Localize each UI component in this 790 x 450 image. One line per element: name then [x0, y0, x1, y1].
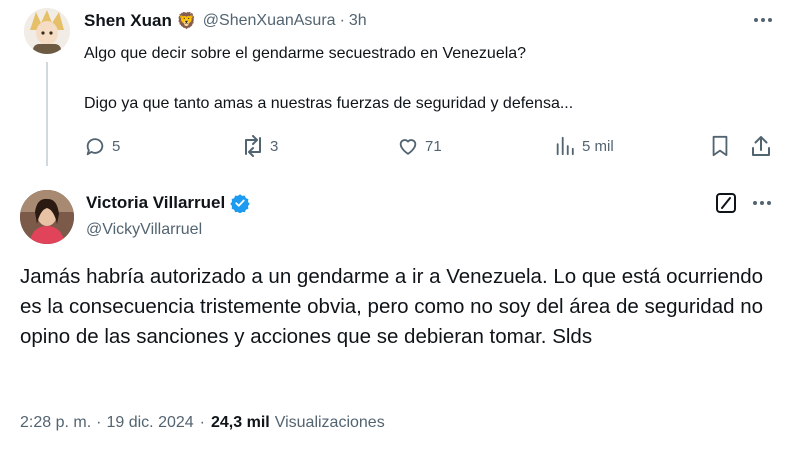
reply-time[interactable]: 3h: [349, 12, 367, 30]
meta-separator: ·: [199, 414, 205, 431]
reply-handle[interactable]: @ShenXuanAsura: [203, 12, 336, 30]
views-count: 5 mil: [582, 137, 614, 155]
meta-separator: ·: [96, 414, 102, 431]
reply-button[interactable]: 5: [84, 135, 120, 157]
main-handle[interactable]: @VickyVillarruel: [86, 221, 202, 239]
tweet-date[interactable]: 19 dic. 2024: [106, 414, 193, 432]
main-tweet-text: Jamás habría autorizado a un gendarme a …: [20, 265, 764, 348]
tweet-time[interactable]: 2:28 p. m.: [20, 414, 91, 432]
reply-count: 5: [112, 137, 121, 155]
grok-icon[interactable]: [715, 192, 737, 214]
lion-badge: 🦁: [176, 13, 197, 30]
reply-separator: ·: [339, 12, 345, 29]
reply-icon: [84, 135, 106, 157]
share-icon[interactable]: [750, 134, 772, 158]
avatar-shen-xuan[interactable]: [24, 8, 70, 54]
bookmark-icon[interactable]: [710, 135, 730, 157]
reply-text-line1: Algo que decir sobre el gendarme secuest…: [84, 45, 527, 62]
views-total: 24,3 mil: [211, 414, 270, 431]
like-icon: [397, 135, 419, 157]
views-icon: [554, 135, 576, 157]
more-icon[interactable]: [752, 10, 774, 30]
main-display-name[interactable]: Victoria Villarruel: [86, 193, 225, 213]
like-button[interactable]: 71: [397, 135, 442, 157]
like-count: 71: [425, 137, 442, 155]
views-label: Visualizaciones: [274, 414, 385, 431]
reply-display-name[interactable]: Shen Xuan: [84, 11, 172, 31]
more-icon[interactable]: [751, 193, 773, 213]
retweet-count: 3: [270, 137, 279, 155]
reply-text-line2: Digo ya que tanto amas a nuestras fuerza…: [84, 95, 574, 112]
views-button[interactable]: 5 mil: [554, 135, 614, 157]
verified-icon: [230, 193, 250, 213]
thread-line: [46, 62, 48, 166]
avatar-victoria-villarruel[interactable]: [20, 190, 74, 244]
retweet-icon: [241, 135, 265, 157]
retweet-button[interactable]: 3: [241, 135, 278, 157]
